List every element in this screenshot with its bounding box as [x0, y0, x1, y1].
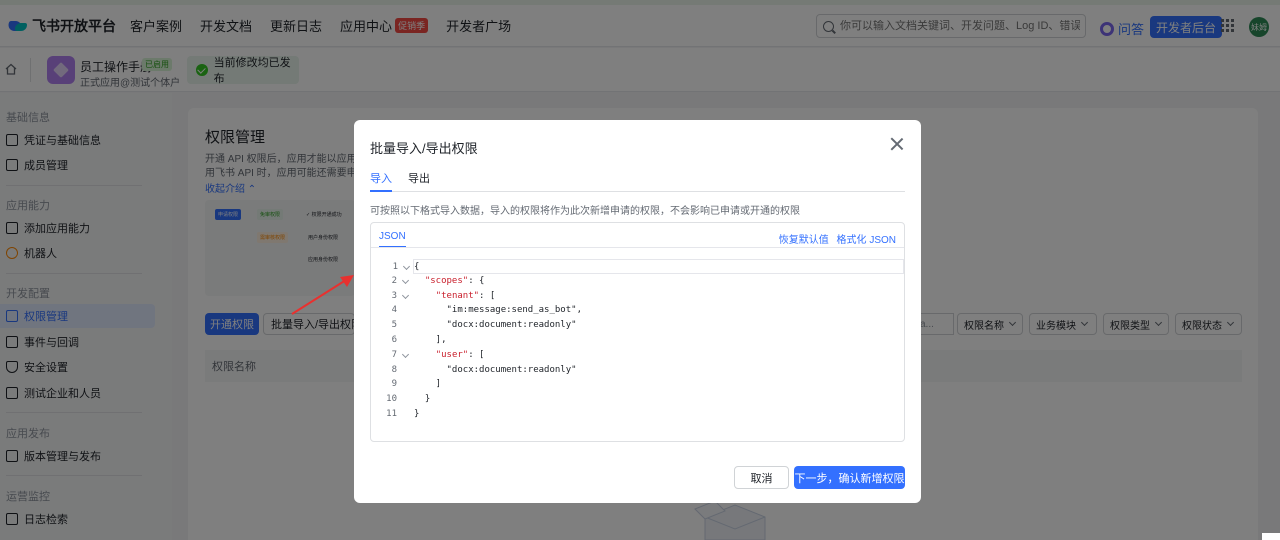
code-line[interactable]: 8 "docx:document:readonly" [371, 363, 904, 378]
code-line[interactable]: 9 ] [371, 377, 904, 392]
fold-chevron-icon[interactable] [401, 276, 410, 284]
tab-export[interactable]: 导出 [408, 170, 430, 192]
code-text: "user": [ [435, 349, 485, 360]
code-text: } [414, 408, 420, 419]
resize-handle [1262, 533, 1280, 540]
tab-import[interactable]: 导入 [370, 170, 392, 192]
json-editor[interactable]: JSON 恢复默认值 格式化 JSON 1{2 "scopes": {3 "te… [370, 222, 905, 442]
format-json-link[interactable]: 格式化 JSON [837, 235, 896, 246]
line-number: 8 [391, 364, 397, 375]
code-text: } [414, 394, 431, 405]
line-number: 7 [391, 349, 397, 360]
dialog-title: 批量导入/导出权限 [370, 141, 478, 156]
code-line[interactable]: 5 "docx:document:readonly" [371, 318, 904, 333]
code-line[interactable]: 10 } [371, 392, 904, 407]
batch-import-export-dialog: 批量导入/导出权限 导入 导出 可按照以下格式导入数据，导入的权限将作为此次新增… [354, 120, 921, 503]
code-area[interactable]: 1{2 "scopes": {3 "tenant": [4 "im:messag… [371, 259, 904, 422]
cancel-button[interactable]: 取消 [734, 466, 789, 489]
code-line[interactable]: 1{ [393, 259, 904, 274]
line-number: 3 [391, 290, 397, 301]
dialog-tabs: 导入 导出 [370, 170, 905, 192]
line-number: 5 [391, 320, 397, 331]
code-text: { [414, 262, 420, 272]
line-number: 10 [386, 394, 397, 405]
line-number: 4 [391, 305, 397, 316]
code-text: "tenant": [ [435, 290, 496, 301]
code-line[interactable]: 11} [371, 407, 904, 422]
line-number: 1 [392, 262, 398, 272]
fold-chevron-icon[interactable] [401, 350, 410, 358]
import-instructions: 可按照以下格式导入数据，导入的权限将作为此次新增申请的权限，不会影响已申请或开通… [370, 206, 800, 217]
fold-chevron-icon[interactable] [402, 262, 411, 271]
line-number: 11 [386, 408, 397, 419]
line-number: 6 [391, 334, 397, 345]
restore-default-link[interactable]: 恢复默认值 [779, 235, 829, 246]
code-line[interactable]: 4 "im:message:send_as_bot", [371, 303, 904, 318]
code-line[interactable]: 2 "scopes": { [371, 274, 904, 289]
editor-tab-json[interactable]: JSON [379, 231, 406, 248]
editor-actions: 恢复默认值 格式化 JSON [774, 231, 896, 246]
fold-chevron-icon[interactable] [401, 291, 410, 299]
code-text: ], [414, 334, 447, 345]
code-text: "scopes": { [424, 275, 485, 286]
line-number: 9 [391, 379, 397, 390]
code-line[interactable]: 7 "user": [ [371, 348, 904, 363]
code-text: ] [414, 379, 442, 390]
line-number: 2 [391, 275, 397, 286]
code-line[interactable]: 6 ], [371, 333, 904, 348]
editor-divider [371, 247, 904, 248]
code-text: "docx:document:readonly" [446, 364, 577, 375]
code-line[interactable]: 3 "tenant": [ [371, 289, 904, 304]
code-text: "im:message:send_as_bot", [446, 305, 582, 316]
close-icon[interactable] [890, 137, 904, 151]
next-confirm-button[interactable]: 下一步，确认新增权限 [794, 466, 905, 489]
code-text: "docx:document:readonly" [446, 320, 577, 331]
